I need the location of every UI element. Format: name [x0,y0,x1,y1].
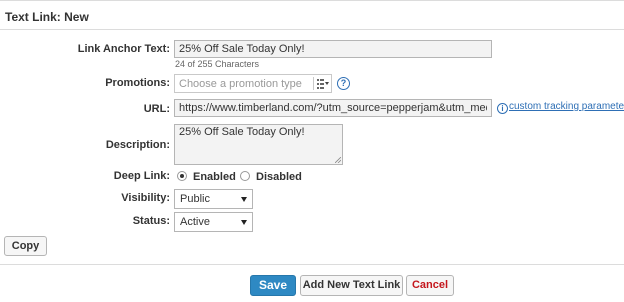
footer-divider [0,264,624,265]
page-title: Text Link: New [5,10,89,24]
cancel-button[interactable]: Cancel [406,275,454,296]
top-border [0,0,624,1]
anchor-text-field[interactable] [174,40,492,58]
promotions-label: Promotions: [105,77,170,89]
chevron-down-icon [241,220,247,225]
list-dropdown-icon[interactable] [317,79,329,89]
status-select[interactable]: Active [174,212,253,232]
description-textarea[interactable]: 25% Off Sale Today Only! [175,125,342,164]
deep-link-disabled-label[interactable]: Disabled [256,171,302,183]
char-count: 24 of 255 Characters [175,59,260,69]
deep-link-disabled-radio[interactable] [240,171,250,181]
deep-link-enabled-label[interactable]: Enabled [193,171,236,183]
anchor-text-input[interactable] [179,41,487,57]
status-label: Status: [132,215,170,227]
save-button[interactable]: Save [250,275,296,296]
visibility-select[interactable]: Public [174,189,253,209]
deep-link-enabled-radio[interactable] [177,171,187,181]
url-input[interactable] [179,100,487,116]
anchor-text-label: Link Anchor Text: [77,43,170,55]
visibility-value: Public [180,193,210,205]
custom-tracking-link[interactable]: custom tracking parameters [509,101,624,112]
title-divider [0,29,624,30]
promotions-separator [313,77,314,90]
status-value: Active [180,216,210,228]
url-field[interactable] [174,99,492,117]
help-icon[interactable]: ? [337,77,350,90]
resize-grip-icon[interactable] [335,157,341,163]
copy-button[interactable]: Copy [4,236,47,256]
promotions-select[interactable] [174,74,332,93]
url-label: URL: [143,103,170,115]
info-icon[interactable]: i [497,103,508,114]
deep-link-label: Deep Link: [113,170,170,182]
add-new-text-link-button[interactable]: Add New Text Link [300,275,403,296]
visibility-label: Visibility: [121,192,170,204]
description-field[interactable]: 25% Off Sale Today Only! [174,124,343,165]
promotions-input[interactable] [179,76,311,91]
chevron-down-icon [241,197,247,202]
description-label: Description: [105,139,170,151]
